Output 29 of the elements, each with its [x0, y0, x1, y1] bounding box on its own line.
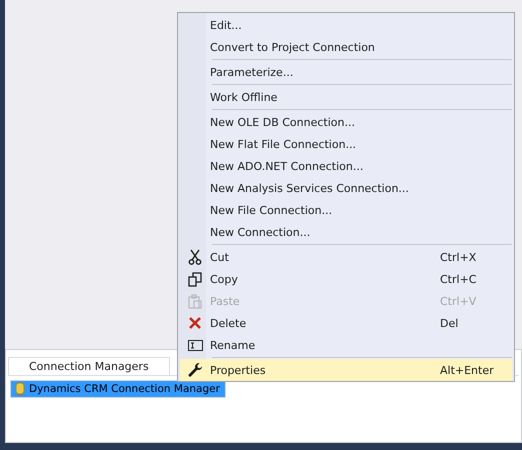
wrench-icon: [188, 362, 202, 378]
menu-item[interactable]: Copy Ctrl+C: [180, 268, 512, 290]
menu-item[interactable]: New OLE DB Connection...: [180, 111, 512, 133]
menu-item[interactable]: Delete Del: [180, 312, 512, 334]
database-icon: [14, 382, 26, 396]
menu-item[interactable]: Convert to Project Connection: [180, 36, 512, 58]
clipboard-icon: [188, 294, 202, 308]
menu-item[interactable]: Rename: [180, 334, 512, 356]
menu-item[interactable]: Cut Ctrl+X: [180, 246, 512, 268]
menu-item[interactable]: New Flat File Connection...: [180, 133, 512, 155]
menu-item[interactable]: New ADO.NET Connection...: [180, 155, 512, 177]
menu-item[interactable]: Parameterize...: [180, 61, 512, 83]
shortcut-text: Ctrl+X: [440, 250, 478, 264]
shortcut-text: Ctrl+C: [440, 272, 478, 286]
scissors-icon: [188, 249, 202, 265]
menu-item[interactable]: New Connection...: [180, 221, 512, 243]
copy-icon: [188, 272, 202, 286]
rename-icon: [188, 340, 202, 350]
menu-item[interactable]: New Analysis Services Connection...: [180, 177, 512, 199]
shortcut-text: Del: [440, 316, 460, 330]
shortcut-text: Alt+Enter: [440, 364, 495, 376]
shortcut-text: Ctrl+V: [440, 294, 478, 308]
delete-icon: [188, 316, 202, 330]
menu-item[interactable]: Edit...: [180, 14, 512, 36]
connection-manager-item[interactable]: Dynamics CRM Connection Manager: [10, 380, 226, 398]
menu-item[interactable]: Work Offline: [180, 86, 512, 108]
panel-tab[interactable]: Connection Managers: [8, 357, 170, 375]
menu-item[interactable]: Properties Alt+Enter: [180, 359, 512, 381]
menu-item[interactable]: New File Connection...: [180, 199, 512, 221]
